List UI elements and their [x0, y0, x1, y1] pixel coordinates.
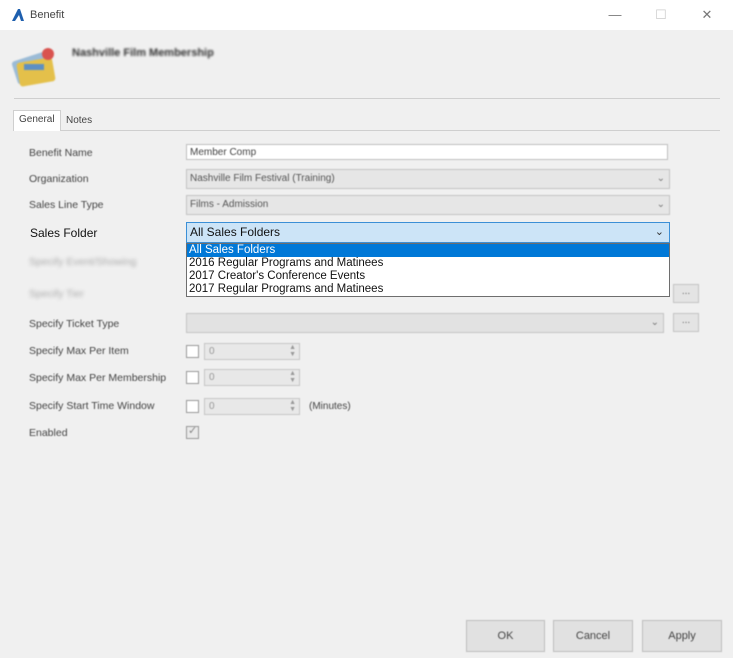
- max-per-membership-label: Specify Max Per Membership: [29, 372, 167, 384]
- sales-folder-dropdown: All Sales Folders 2016 Regular Programs …: [186, 243, 670, 297]
- apply-button[interactable]: Apply: [642, 620, 722, 652]
- ok-button[interactable]: OK: [466, 620, 545, 652]
- dropdown-option[interactable]: All Sales Folders: [187, 244, 669, 257]
- benefit-name-input[interactable]: Member Comp: [186, 144, 668, 160]
- max-per-membership-value: 0: [209, 372, 215, 383]
- minimize-button[interactable]: —: [604, 6, 626, 24]
- specify-tier-label: Specify Tier: [29, 288, 84, 300]
- enabled-label: Enabled: [29, 427, 68, 439]
- sales-folder-value: All Sales Folders: [190, 225, 281, 239]
- ticket-type-browse-button[interactable]: ...: [673, 313, 699, 332]
- enabled-checkbox[interactable]: [186, 424, 199, 439]
- dropdown-option[interactable]: 2017 Creator's Conference Events: [187, 270, 669, 283]
- sales-folder-select[interactable]: All Sales Folders ⌄: [186, 222, 670, 243]
- sales-line-type-value: Films - Admission: [190, 199, 269, 210]
- max-per-item-stepper[interactable]: 0 ▲ ▼: [204, 343, 300, 360]
- window-title: Benefit: [30, 9, 65, 21]
- close-button[interactable]: ✕: [696, 6, 718, 24]
- start-time-window-checkbox[interactable]: [186, 400, 199, 413]
- maximize-button[interactable]: ☐: [650, 6, 672, 24]
- sales-line-type-select[interactable]: Films - Admission ⌄: [186, 195, 670, 215]
- tab-notes[interactable]: Notes: [61, 112, 97, 130]
- dropdown-option[interactable]: 2016 Regular Programs and Matinees: [187, 257, 669, 270]
- max-per-item-checkbox[interactable]: [186, 345, 199, 358]
- max-per-membership-stepper[interactable]: 0 ▲ ▼: [204, 369, 300, 386]
- specify-event-label: Specify Event/Showing: [29, 256, 137, 268]
- organization-label: Organization: [29, 173, 89, 185]
- header-title: Nashville Film Membership: [72, 47, 214, 59]
- start-time-window-label: Specify Start Time Window: [29, 400, 155, 412]
- membership-card-icon: [11, 48, 56, 87]
- dropdown-option[interactable]: 2017 Regular Programs and Matinees: [187, 283, 669, 296]
- max-per-membership-checkbox[interactable]: [186, 371, 199, 384]
- header-divider: [14, 98, 720, 99]
- tier-browse-button[interactable]: ...: [673, 284, 699, 303]
- max-per-item-value: 0: [209, 346, 215, 357]
- max-per-item-label: Specify Max Per Item: [29, 345, 129, 357]
- chevron-down-icon: ⌄: [650, 317, 659, 328]
- spinner-arrows-icon: ▲ ▼: [289, 344, 296, 358]
- minutes-unit-label: (Minutes): [309, 401, 351, 412]
- sales-folder-label: Sales Folder: [30, 226, 98, 240]
- chevron-down-icon: ⌄: [656, 173, 665, 184]
- organization-select[interactable]: Nashville Film Festival (Training) ⌄: [186, 169, 670, 189]
- chevron-down-icon: ⌄: [656, 199, 665, 210]
- sales-line-type-label: Sales Line Type: [29, 199, 104, 211]
- start-time-window-stepper[interactable]: 0 ▲ ▼: [204, 398, 300, 415]
- title-bar: Benefit — ☐ ✕: [0, 0, 733, 30]
- app-logo-icon: [12, 9, 24, 21]
- spinner-arrows-icon: ▲ ▼: [289, 370, 296, 384]
- dialog-header: Nashville Film Membership: [0, 30, 733, 100]
- chevron-down-icon: ⌄: [654, 226, 664, 238]
- start-time-window-value: 0: [209, 401, 215, 412]
- tab-general[interactable]: General: [13, 110, 61, 131]
- ticket-type-select[interactable]: ⌄: [186, 313, 664, 333]
- cancel-button[interactable]: Cancel: [553, 620, 633, 652]
- specify-ticket-type-label: Specify Ticket Type: [29, 318, 120, 330]
- benefit-name-label: Benefit Name: [29, 147, 93, 159]
- spinner-arrows-icon: ▲ ▼: [289, 399, 296, 413]
- organization-value: Nashville Film Festival (Training): [190, 173, 335, 184]
